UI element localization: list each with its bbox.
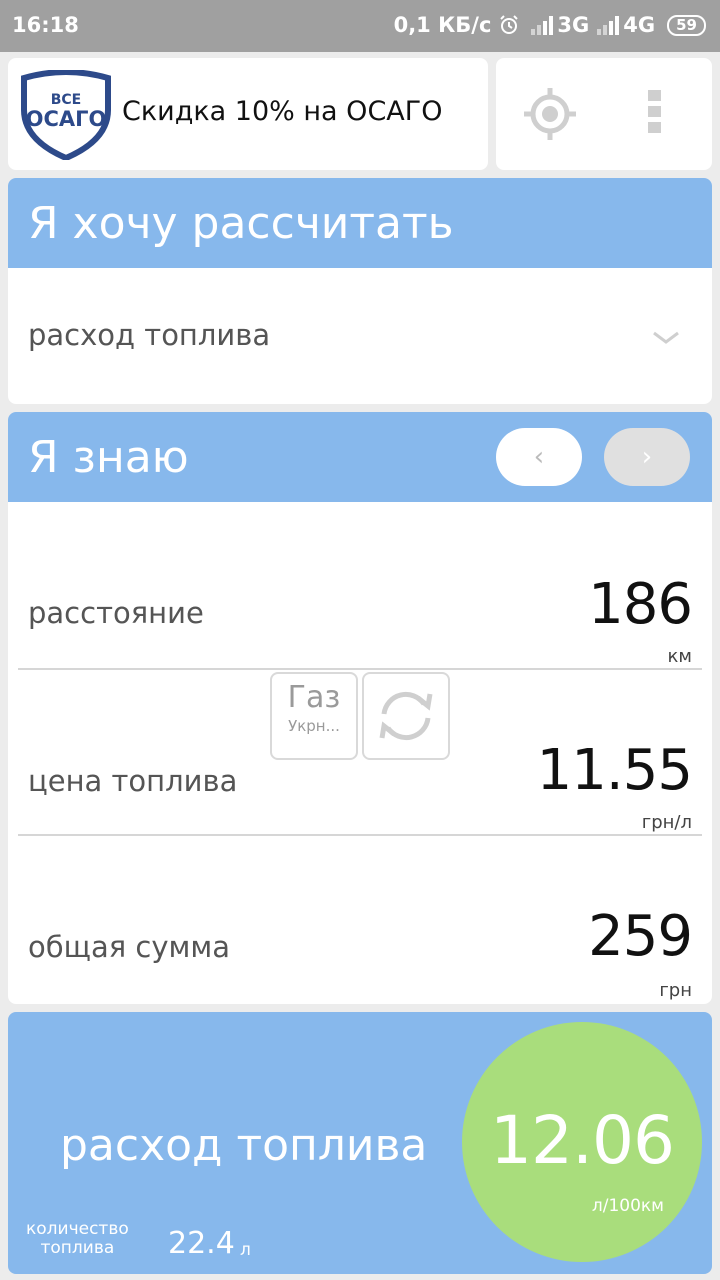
result-circle: 12.06 л/100км	[462, 1022, 702, 1262]
sim1-network-type: 3G	[557, 13, 590, 37]
calculate-target-header: Я хочу рассчитать	[8, 178, 712, 268]
fuel-type-button[interactable]: Газ Укрн...	[270, 672, 358, 760]
promo-banner[interactable]: ВСЕ ОСАГО Скидка 10% на ОСАГО	[8, 58, 488, 170]
result-unit: л/100км	[591, 1196, 664, 1216]
known-values-card: Я знаю ‹ › расстояние 186 км Газ Укрн...…	[8, 412, 712, 1004]
next-button[interactable]: ›	[604, 428, 690, 486]
known-values-header: Я знаю ‹ ›	[8, 412, 712, 502]
chevron-down-icon[interactable]	[652, 330, 680, 346]
calculate-target-card: Я хочу рассчитать расход топлива	[8, 178, 712, 404]
total-sum-value[interactable]: 259	[588, 904, 693, 969]
divider	[18, 834, 702, 836]
fuel-type-title: Газ	[287, 680, 341, 715]
signal-icon-sim2	[597, 15, 620, 35]
result-label: расход топлива	[60, 1120, 428, 1171]
fuel-price-value[interactable]: 11.55	[537, 738, 693, 803]
status-bar: 16:18 0,1 КБ/с 3G 4G 59	[0, 0, 720, 52]
result-card: расход топлива количество топлива 22.4 л…	[8, 1012, 712, 1274]
promo-text: Скидка 10% на ОСАГО	[122, 96, 443, 127]
fuel-quantity-value: 22.4	[168, 1226, 235, 1261]
status-indicators: 0,1 КБ/с 3G 4G 59	[394, 13, 706, 37]
top-actions	[496, 58, 712, 170]
network-speed: 0,1 КБ/с	[393, 13, 492, 37]
fuel-price-label: цена топлива	[28, 764, 238, 798]
status-time: 16:18	[12, 13, 79, 37]
fuel-quantity-unit: л	[240, 1240, 251, 1260]
fuel-quantity-label-line1: количество	[26, 1219, 129, 1239]
vse-osago-logo: ВСЕ ОСАГО	[21, 70, 111, 160]
fuel-type-subtitle: Укрн...	[288, 717, 340, 735]
calculate-target-title: Я хочу рассчитать	[28, 198, 454, 249]
more-menu-icon[interactable]	[648, 90, 664, 138]
distance-unit: км	[667, 646, 692, 667]
fuel-quantity-label-line2: топлива	[40, 1238, 115, 1258]
chevron-right-icon: ›	[641, 442, 653, 472]
refresh-button[interactable]	[362, 672, 450, 760]
result-value: 12.06	[490, 1102, 675, 1179]
location-target-icon[interactable]	[522, 86, 578, 142]
fuel-price-unit: грн/л	[641, 812, 692, 833]
calculate-target-select[interactable]: расход топлива	[28, 318, 270, 352]
distance-label: расстояние	[28, 596, 204, 630]
logo-line2: ОСАГО	[26, 107, 107, 131]
chevron-left-icon: ‹	[533, 442, 545, 472]
alarm-icon	[500, 15, 519, 34]
sim2-network-type: 4G	[623, 13, 656, 37]
divider	[18, 668, 702, 670]
battery-icon: 59	[667, 14, 706, 36]
prev-button[interactable]: ‹	[496, 428, 582, 486]
total-sum-unit: грн	[659, 980, 692, 1001]
logo-line1: ВСЕ	[51, 92, 82, 108]
known-values-title: Я знаю	[28, 432, 189, 483]
distance-value[interactable]: 186	[588, 572, 693, 637]
refresh-icon	[379, 692, 433, 740]
total-sum-label: общая сумма	[28, 930, 231, 964]
fuel-quantity-label: количество топлива	[26, 1220, 129, 1258]
signal-icon-sim1	[531, 15, 554, 35]
